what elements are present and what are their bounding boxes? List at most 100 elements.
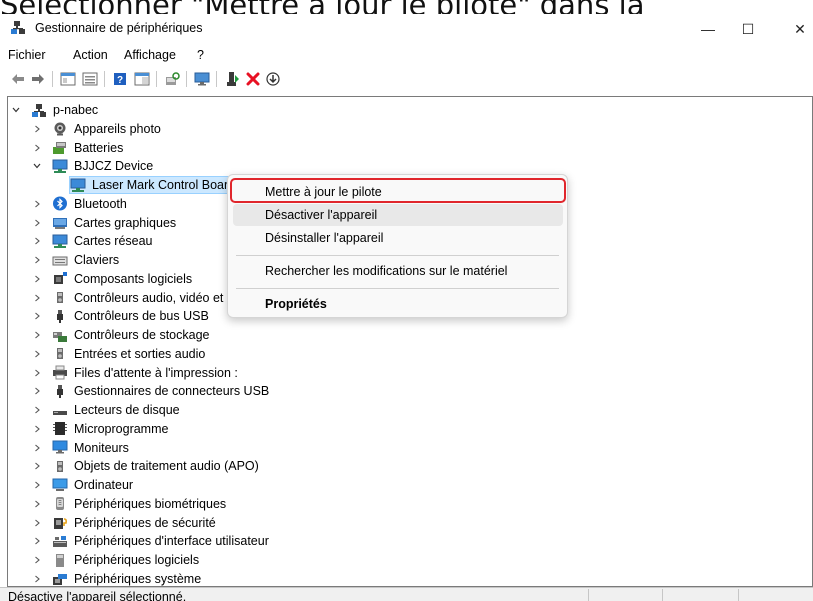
menu-action[interactable]: Action <box>73 48 108 62</box>
tree-item[interactable]: Microprogramme <box>32 420 168 439</box>
tree-item-label: Lecteurs de disque <box>74 403 180 418</box>
speaker-icon <box>52 346 68 361</box>
chevron-right-icon[interactable] <box>32 200 42 208</box>
chevron-right-icon[interactable] <box>32 519 42 527</box>
software-component-icon <box>52 271 68 286</box>
menu-affichage[interactable]: Affichage <box>124 48 176 62</box>
minimize-button[interactable]: — <box>686 17 730 41</box>
tree-item[interactable]: Périphériques de sécurité <box>32 513 216 532</box>
tree-item[interactable]: Contrôleurs de stockage <box>32 326 210 345</box>
tree-item-label: Claviers <box>74 253 120 268</box>
tree-item[interactable]: Batteries <box>32 138 123 157</box>
menu-properties[interactable]: Propriétés <box>233 293 563 315</box>
tree-item[interactable]: Composants logiciels <box>32 270 192 289</box>
chevron-right-icon[interactable] <box>32 256 42 264</box>
menu-scan-hardware[interactable]: Rechercher les modifications sur le maté… <box>233 260 563 282</box>
monitor-toolbar-icon[interactable] <box>192 69 212 89</box>
firmware-icon <box>52 421 68 436</box>
uninstall-x-icon[interactable] <box>243 69 263 89</box>
chevron-down-icon[interactable] <box>11 106 21 114</box>
chevron-right-icon[interactable] <box>32 556 42 564</box>
chevron-right-icon[interactable] <box>32 537 42 545</box>
usb-icon <box>52 309 68 324</box>
menu-help[interactable]: ? <box>197 48 204 62</box>
status-bar: Désactive l'appareil sélectionné. <box>0 587 813 601</box>
battery-icon <box>52 140 68 155</box>
tree-item[interactable]: Objets de traitement audio (APO) <box>32 457 259 476</box>
toolbar: ? <box>0 66 813 92</box>
forward-arrow-icon[interactable] <box>28 69 48 89</box>
chevron-right-icon[interactable] <box>32 275 42 283</box>
scan-hardware-icon[interactable] <box>162 69 182 89</box>
chevron-right-icon[interactable] <box>32 237 42 245</box>
help-icon[interactable]: ? <box>110 69 130 89</box>
chevron-right-icon[interactable] <box>32 312 42 320</box>
tree-item[interactable]: Contrôleurs de bus USB <box>32 307 209 326</box>
security-device-icon <box>52 515 68 530</box>
tree-item-label: Cartes réseau <box>74 234 153 249</box>
chevron-right-icon[interactable] <box>32 331 42 339</box>
tree-item[interactable]: Moniteurs <box>32 438 129 457</box>
chevron-right-icon[interactable] <box>32 462 42 470</box>
tree-item[interactable]: Cartes réseau <box>32 232 153 251</box>
bluetooth-icon <box>52 196 68 211</box>
chevron-right-icon[interactable] <box>32 369 42 377</box>
tree-item[interactable]: Entrées et sorties audio <box>32 345 205 364</box>
chevron-right-icon[interactable] <box>32 481 42 489</box>
view-list-icon[interactable] <box>80 69 100 89</box>
tree-item[interactable]: Périphériques biométriques <box>32 495 226 514</box>
monitor-network-icon <box>70 178 86 193</box>
tree-item[interactable]: Claviers <box>32 251 119 270</box>
tree-item[interactable]: Contrôleurs audio, vidéo et <box>32 288 223 307</box>
tree-item-label: Files d'attente à l'impression : <box>74 365 238 380</box>
menu-disable-device[interactable]: Désactiver l'appareil <box>233 204 563 226</box>
chevron-right-icon[interactable] <box>32 406 42 414</box>
software-device-icon <box>52 553 68 568</box>
menu-uninstall-device[interactable]: Désinstaller l'appareil <box>233 227 563 249</box>
tree-item[interactable]: Files d'attente à l'impression : <box>32 363 238 382</box>
tree-item[interactable]: BJJCZ Device <box>32 157 153 176</box>
tree-item[interactable]: Ordinateur <box>32 476 133 495</box>
close-button[interactable]: ✕ <box>778 17 813 41</box>
properties-pane-icon[interactable] <box>132 69 152 89</box>
chevron-right-icon[interactable] <box>32 125 42 133</box>
menu-fichier[interactable]: Fichier <box>8 48 46 62</box>
chevron-right-icon[interactable] <box>32 219 42 227</box>
speaker-icon <box>52 290 68 305</box>
tree-item-label: Cartes graphiques <box>74 215 177 230</box>
maximize-button[interactable]: ☐ <box>726 17 770 41</box>
tree-item[interactable]: Cartes graphiques <box>32 213 176 232</box>
tree-item[interactable]: Appareils photo <box>32 120 161 139</box>
camera-icon <box>52 121 68 136</box>
menu-separator <box>236 288 559 289</box>
chevron-right-icon[interactable] <box>32 500 42 508</box>
tree-item[interactable]: Périphériques d'interface utilisateur <box>32 532 269 551</box>
device-tree: p-nabec Appareils photo Batteries BJJCZ De… <box>7 96 813 587</box>
tree-item-label: Périphériques de sécurité <box>74 515 216 530</box>
tree-item[interactable]: Gestionnaires de connecteurs USB <box>32 382 269 401</box>
chevron-right-icon[interactable] <box>32 350 42 358</box>
tree-item[interactable]: Périphériques système <box>32 570 201 587</box>
chevron-right-icon[interactable] <box>32 444 42 452</box>
tree-item[interactable]: Lecteurs de disque <box>32 401 180 420</box>
back-arrow-icon[interactable] <box>8 69 28 89</box>
tree-item[interactable]: Bluetooth <box>32 195 127 214</box>
tree-item-label: Gestionnaires de connecteurs USB <box>74 384 270 399</box>
chevron-right-icon[interactable] <box>32 387 42 395</box>
chevron-down-icon[interactable] <box>32 162 42 170</box>
chevron-right-icon[interactable] <box>32 425 42 433</box>
chevron-right-icon[interactable] <box>32 575 42 583</box>
chevron-right-icon[interactable] <box>32 294 42 302</box>
tree-root[interactable]: p-nabec <box>11 101 98 120</box>
download-driver-icon[interactable] <box>263 69 283 89</box>
biometric-icon <box>52 496 68 511</box>
show-hide-console-icon[interactable] <box>58 69 78 89</box>
status-text: Désactive l'appareil sélectionné. <box>8 590 187 601</box>
tree-item-label: Contrôleurs de bus USB <box>74 309 209 324</box>
tree-item[interactable]: Périphériques logiciels <box>32 551 199 570</box>
update-driver-icon[interactable] <box>223 69 243 89</box>
window-title: Gestionnaire de périphériques <box>35 21 203 35</box>
printer-icon <box>52 365 68 380</box>
tree-item-label: Composants logiciels <box>74 271 193 286</box>
chevron-right-icon[interactable] <box>32 144 42 152</box>
